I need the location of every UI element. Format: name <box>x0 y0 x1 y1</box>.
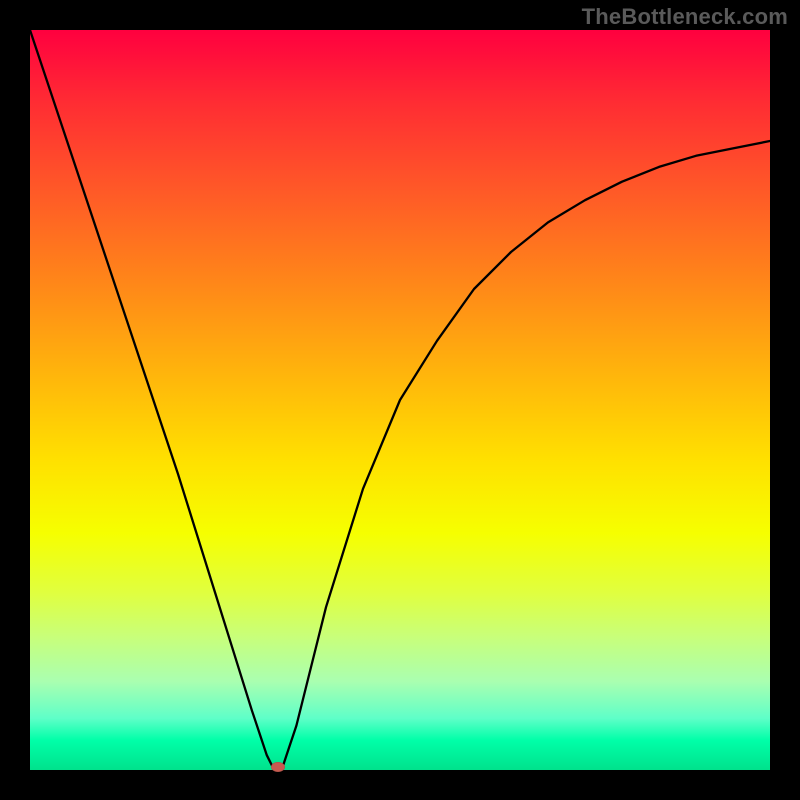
curve-polyline <box>30 30 770 770</box>
bottleneck-curve <box>30 30 770 770</box>
watermark-text: TheBottleneck.com <box>582 4 788 30</box>
plot-area <box>30 30 770 770</box>
optimal-point-marker <box>271 762 285 772</box>
chart-frame: TheBottleneck.com <box>0 0 800 800</box>
